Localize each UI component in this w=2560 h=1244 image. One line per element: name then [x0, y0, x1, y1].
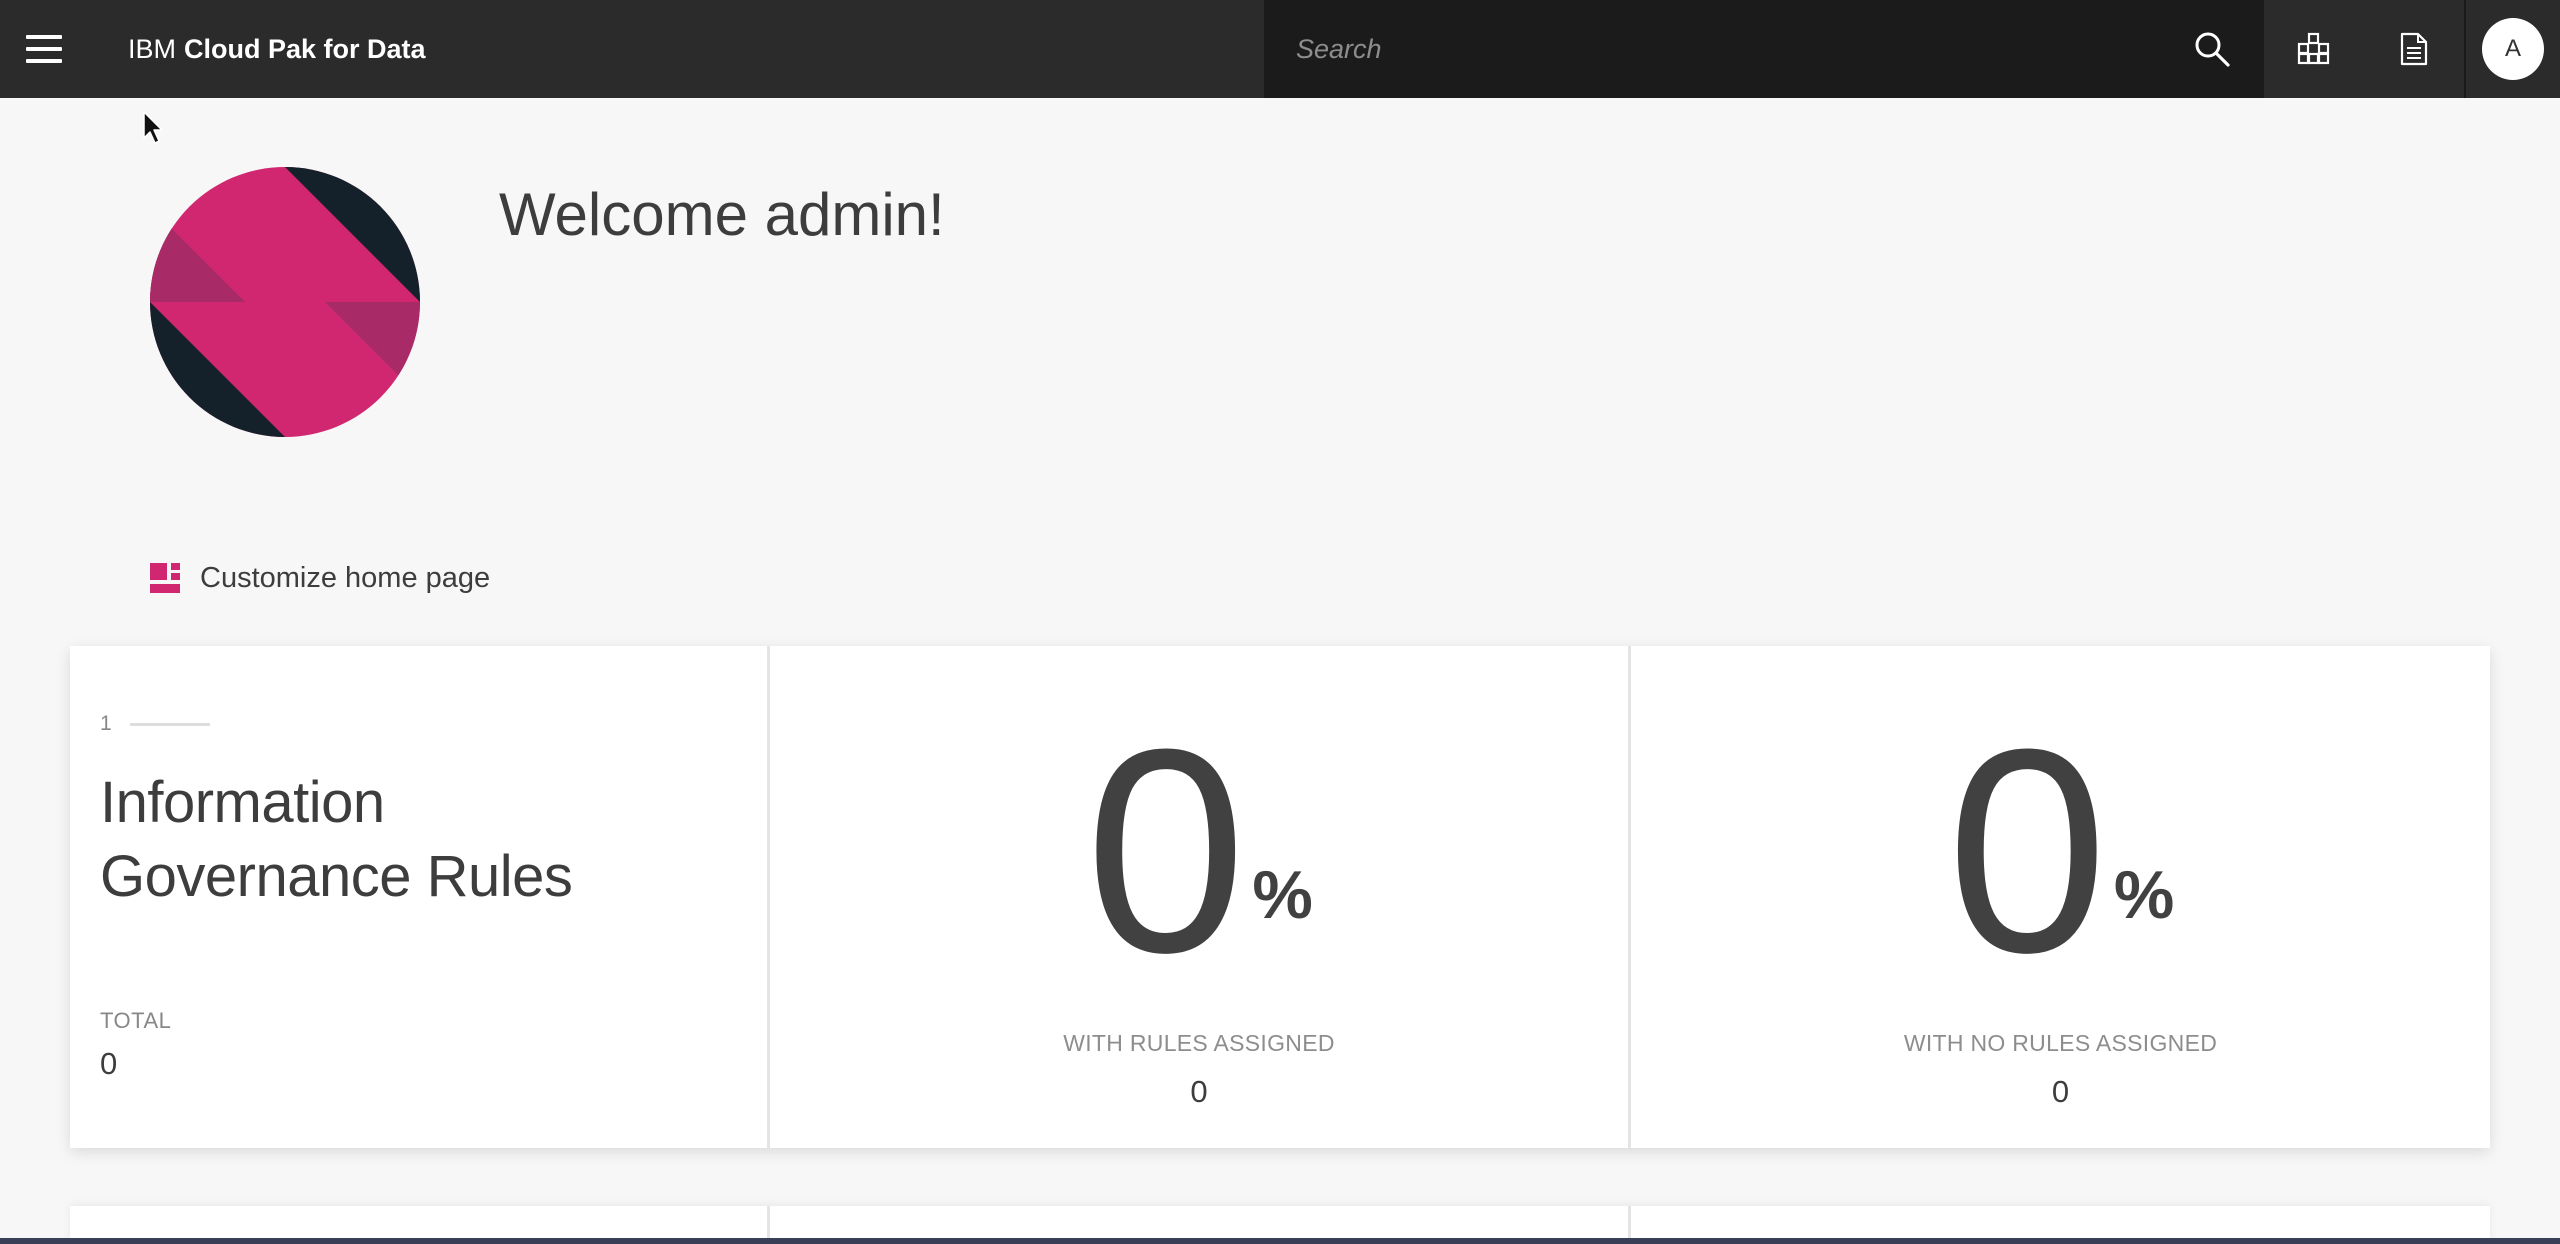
total-value: 0	[100, 1046, 118, 1081]
card-title[interactable]: Information Governance Rules	[100, 766, 660, 914]
bottom-strip	[0, 1238, 2560, 1244]
product-brand[interactable]: IBM Cloud Pak for Data	[128, 0, 426, 98]
stat-no-rules[interactable]: 0% WITH NO RULES ASSIGNED 0	[1631, 646, 2490, 1148]
top-header: IBM Cloud Pak for Data A	[0, 0, 2560, 98]
big-percent: 0%	[1631, 706, 2490, 996]
user-menu-button[interactable]: A	[2466, 0, 2560, 98]
brand-name: Cloud Pak for Data	[184, 33, 426, 64]
governance-summary-cards: 1 Information Governance Rules TOTAL 0 0…	[70, 646, 2490, 1148]
search-input[interactable]	[1296, 33, 2156, 65]
stat-value: 0	[2051, 1074, 2070, 1109]
stat-value: 0	[1190, 1074, 1208, 1109]
index-line	[129, 722, 210, 726]
catalog-button[interactable]	[2264, 0, 2364, 98]
dashboard-layout-icon	[150, 563, 180, 593]
stat-label: WITH RULES ASSIGNED	[1063, 1030, 1335, 1056]
total-label: TOTAL	[100, 1008, 172, 1033]
card-index: 1	[100, 712, 210, 736]
hamburger-icon	[26, 35, 62, 63]
welcome-heading: Welcome admin!	[499, 181, 945, 248]
stat-with-rules[interactable]: 0% WITH RULES ASSIGNED 0	[770, 646, 1628, 1148]
search-icon[interactable]	[2192, 29, 2232, 69]
mouse-pointer-icon	[143, 111, 163, 144]
documentation-button[interactable]	[2364, 0, 2464, 98]
product-logo-icon	[150, 167, 420, 437]
apps-icon	[2297, 32, 2330, 65]
search-bar	[1264, 0, 2264, 98]
percent-number: 0	[1085, 689, 1247, 1013]
brand-prefix: IBM	[128, 33, 177, 64]
document-icon	[2400, 32, 2428, 66]
big-percent: 0%	[770, 706, 1628, 996]
avatar: A	[2482, 18, 2544, 80]
stat-label: WITH NO RULES ASSIGNED	[1903, 1030, 2218, 1056]
customize-label: Customize home page	[200, 561, 491, 594]
customize-home-link[interactable]: Customize home page	[150, 560, 490, 596]
percent-sign: %	[1252, 857, 1313, 933]
menu-button[interactable]	[0, 0, 88, 98]
percent-sign: %	[2113, 857, 2175, 933]
card-index-number: 1	[100, 712, 112, 735]
percent-number: 0	[1946, 689, 2108, 1013]
